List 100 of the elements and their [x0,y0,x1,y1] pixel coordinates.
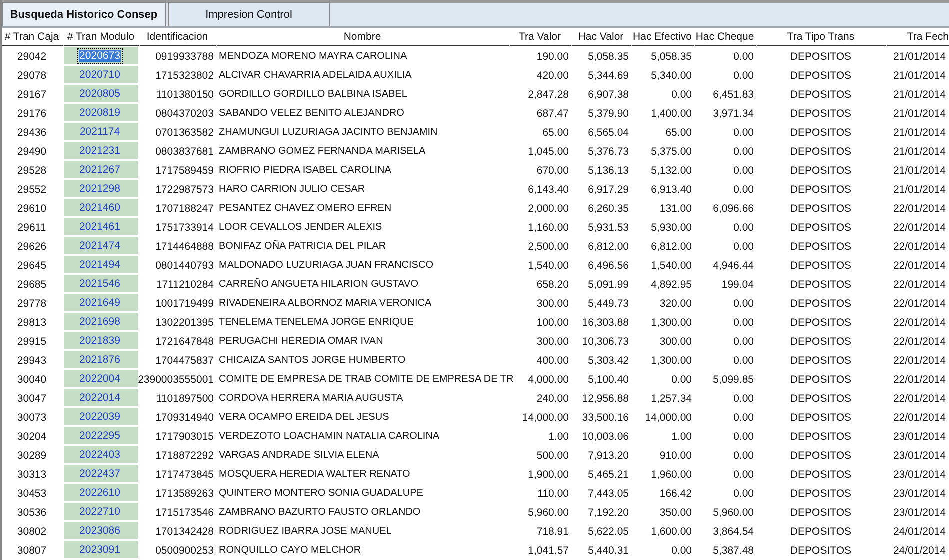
table-cell: 29626 [17,240,47,252]
column-header[interactable]: # Tran Caja [2,30,64,46]
table-cell: 30807 [17,544,47,556]
column-header[interactable]: Nombre [217,30,510,46]
table-cell: BONIFAZ OÑA PATRICIA DEL PILAR [219,241,386,252]
table-cell: 22/01/2014 [893,316,946,328]
table-cell: 21/01/2014 [893,184,946,196]
table-cell: 29176 [17,108,47,120]
table-cell: 1717473845 [156,468,214,480]
table-cell: 22/01/2014 [893,336,946,348]
table-cell: 1,900.00 [528,468,569,480]
table-cell: 29915 [17,336,47,348]
table-cell: 5,449.73 [588,298,629,310]
table-cell: 1302201395 [156,316,214,328]
table-cell: DEPOSITOS [790,526,852,538]
table-cell: 30040 [17,374,47,386]
table-cell: 21/01/2014 [893,88,946,100]
table-cell: DEPOSITOS [790,184,852,196]
table-cell: 22/01/2014 [893,374,946,386]
table-cell: 22/01/2014 [893,222,946,234]
table-cell: COMITE DE EMPRESA DE TRAB COMITE DE EMPRESA DE TR [219,374,514,385]
table-cell: 5,099.85 [713,374,754,386]
table-cell: 1.00 [548,430,569,442]
table-cell: 420.00 [536,70,569,82]
tab[interactable]: Busqueda Historico Consep [2,2,166,26]
table-cell: 0.00 [734,354,754,366]
table-cell: 5,058.35 [651,50,692,62]
table-cell: 1,045.00 [528,146,569,158]
table-cell: 24/01/2014 [893,526,946,538]
table-cell: 670.00 [536,164,569,176]
table-cell: 400.00 [536,354,569,366]
table-cell: DEPOSITOS [790,70,852,82]
table-cell: 6,260.35 [588,202,629,214]
table-cell: 22/01/2014 [893,240,946,252]
table-cell: 6,496.56 [588,260,629,272]
table-cell: 0.00 [672,374,692,386]
table-cell: 5,931.53 [588,222,629,234]
table-cell: 0.00 [734,240,754,252]
table-cell: ALCIVAR CHAVARRIA ADELAIDA AUXILIA [219,70,412,81]
tab[interactable]: Impresion Control [168,2,330,26]
table-cell: PESANTEZ CHAVEZ OMERO EFREN [219,203,392,214]
table-cell: TENELEMA TENELEMA JORGE ENRIQUE [219,317,414,328]
table-cell: 1717589459 [156,164,214,176]
table-cell: 23/01/2014 [893,488,946,500]
table-cell: 5,058.35 [588,50,629,62]
table-cell: DEPOSITOS [790,260,852,272]
table-cell: 23/01/2014 [893,450,946,462]
table-cell: 22/01/2014 [893,202,946,214]
table-cell: RIVADENEIRA ALBORNOZ MARIA VERONICA [219,298,432,309]
table-cell: 30289 [17,450,47,462]
table-cell: 29778 [17,298,47,310]
table-cell: DEPOSITOS [790,488,852,500]
table-cell: 5,440.31 [588,544,629,556]
table-cell: 0.00 [734,316,754,328]
table-cell: MOSQUERA HEREDIA WALTER RENATO [219,469,410,480]
table-cell: DEPOSITOS [790,506,852,518]
table-cell: 350.00 [660,506,692,518]
column-header[interactable]: Tra Tipo Trans [757,30,887,46]
table-cell: 1,960.00 [651,468,692,480]
table-cell: 1704475837 [156,354,214,366]
table-cell: 6,917.29 [588,184,629,196]
table-cell: 1,160.00 [528,222,569,234]
table-cell: 320.00 [660,298,692,310]
table-cell: PERUGACHI HEREDIA OMAR IVAN [219,336,384,347]
column-header[interactable]: Hac Efectivo [632,30,695,46]
table-cell: 30802 [17,526,47,538]
table-cell: 4,000.00 [528,374,569,386]
column-header[interactable]: Tra Fech [887,30,949,46]
table-cell: 2,847.28 [528,88,569,100]
table-cell: 5,136.13 [588,164,629,176]
table-cell: 23/01/2014 [893,468,946,480]
table-cell: 190.00 [536,50,569,62]
column-header[interactable]: Hac Cheque [695,30,757,46]
table-cell: DEPOSITOS [790,50,852,62]
table-cell: 29645 [17,260,47,272]
table-cell: CARREÑO ANGUETA HILARION GUSTAVO [219,279,418,290]
table-cell: 1721647848 [156,336,214,348]
table-cell: 10,306.73 [582,336,629,348]
table-cell: 1722987573 [156,184,214,196]
table-cell: 687.47 [536,108,569,120]
table-cell: 0.00 [734,146,754,158]
table-cell: 100.00 [536,316,569,328]
table-cell: 22/01/2014 [893,298,946,310]
table-cell: DEPOSITOS [790,298,852,310]
table-cell: 5,100.40 [588,374,629,386]
table-cell: 1713589263 [156,488,214,500]
table-cell: 7,443.05 [588,488,629,500]
table-cell: 1,041.57 [528,544,569,556]
table-cell: 5,387.48 [713,544,754,556]
table-cell: 5,303.42 [588,354,629,366]
table-cell: 1,400.00 [651,108,692,120]
table-cell: 1,540.00 [651,260,692,272]
table-cell: ZAMBRANO BAZURTO FAUSTO ORLANDO [219,507,421,518]
column-header[interactable]: Tra Valor [510,30,572,46]
table-cell: 1709314940 [156,412,214,424]
table-cell: 1,600.00 [651,526,692,538]
column-header[interactable]: Hac Valor [572,30,632,46]
table-cell[interactable]: 2020673 [78,50,122,62]
column-header[interactable]: Identificacion [140,30,217,46]
table-cell: 1,540.00 [528,260,569,272]
